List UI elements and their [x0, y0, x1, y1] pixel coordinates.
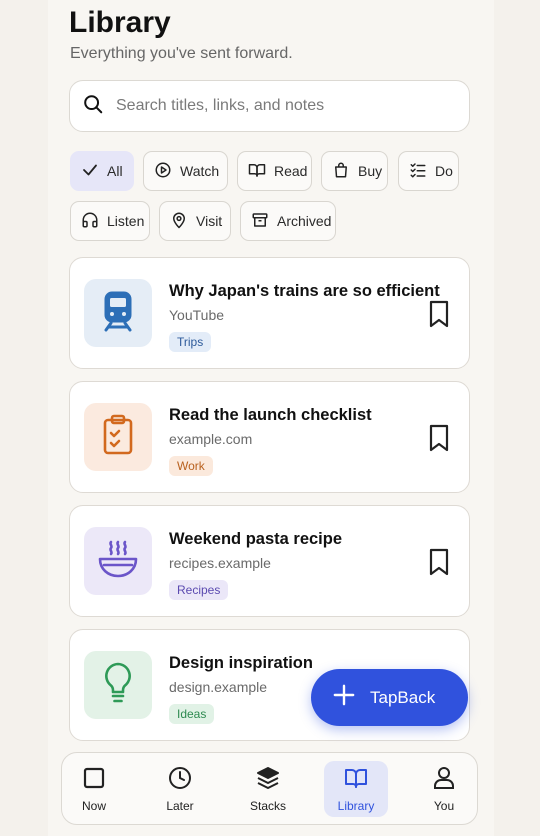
item-thumbnail [84, 527, 152, 595]
item-source: YouTube [169, 307, 225, 323]
filter-chip-buy[interactable]: Buy [321, 151, 388, 191]
clock-icon [168, 766, 192, 799]
tapback-fab[interactable]: TapBack [311, 669, 468, 726]
tab-now[interactable]: Now [62, 761, 126, 817]
page-subtitle: Everything you've sent forward. [70, 45, 293, 62]
item-source: example.com [169, 431, 253, 447]
item-title: Weekend pasta recipe [169, 530, 343, 548]
tab-label: You [433, 798, 455, 813]
tab-label: Later [166, 798, 194, 813]
filter-chip-visit[interactable]: Visit [159, 201, 231, 241]
item-title: Read the launch checklist [169, 406, 372, 424]
layers-icon [256, 766, 280, 799]
lightbulb-icon [96, 661, 140, 710]
archive-icon [251, 211, 277, 232]
filter-chip-label: Do [435, 163, 453, 179]
checklist-icon [409, 161, 435, 182]
train-icon [96, 289, 140, 338]
filter-chip-label: Read [274, 163, 308, 179]
item-thumbnail [84, 403, 152, 471]
bookmark-icon[interactable] [427, 548, 451, 576]
bottom-tab-bar: Now Later Stacks Library You [61, 752, 478, 825]
map-pin-icon [170, 211, 196, 232]
library-item-card[interactable]: Weekend pasta recipe recipes.example Rec… [69, 505, 470, 617]
play-circle-icon [154, 161, 180, 182]
shopping-bag-icon [332, 161, 358, 182]
fab-label: TapBack [370, 687, 436, 707]
bookmark-icon[interactable] [427, 424, 451, 452]
bowl-steam-icon [96, 537, 140, 586]
filter-chip-label: All [107, 163, 123, 179]
item-tag: Ideas [169, 704, 215, 724]
item-thumbnail [84, 279, 152, 347]
item-tag: Recipes [169, 580, 229, 600]
item-tag: Work [169, 456, 213, 476]
filter-chip-all[interactable]: All [70, 151, 134, 191]
headphones-icon [81, 211, 107, 232]
check-icon [81, 161, 107, 182]
item-source: recipes.example [169, 555, 271, 571]
filter-chip-label: Buy [358, 163, 383, 179]
filter-chip-label: Watch [180, 163, 220, 179]
tab-label: Library [337, 798, 375, 813]
filter-chip-label: Archived [277, 213, 332, 229]
tab-later[interactable]: Later [148, 761, 212, 817]
filter-chip-archived[interactable]: Archived [240, 201, 336, 241]
item-tag: Trips [169, 332, 212, 352]
filter-chip-do[interactable]: Do [398, 151, 459, 191]
search-input[interactable] [116, 97, 436, 115]
page-title: Library [69, 6, 171, 39]
library-item-card[interactable]: Read the launch checklist example.com Wo… [69, 381, 470, 493]
book-open-icon [344, 766, 368, 799]
square-icon [82, 766, 106, 799]
item-title: Why Japan's trains are so efficient [169, 282, 440, 300]
item-title: Design inspiration [169, 654, 313, 672]
search-bar[interactable] [69, 80, 470, 132]
tab-you[interactable]: You [412, 761, 476, 817]
item-source: design.example [169, 679, 268, 695]
plus-icon [333, 684, 370, 711]
library-item-card[interactable]: Why Japan's trains are so efficient YouT… [69, 257, 470, 369]
bookmark-icon[interactable] [427, 300, 451, 328]
search-icon [82, 93, 104, 120]
book-open-icon [248, 161, 274, 182]
filter-chip-listen[interactable]: Listen [70, 201, 150, 241]
item-thumbnail [84, 651, 152, 719]
filter-chip-watch[interactable]: Watch [143, 151, 228, 191]
tab-label: Stacks [249, 798, 286, 813]
tab-label: Now [81, 798, 106, 813]
filter-chip-label: Visit [196, 213, 223, 229]
user-icon [432, 766, 456, 799]
filter-chip-label: Listen [107, 213, 145, 229]
tab-library[interactable]: Library [324, 761, 388, 817]
tab-stacks[interactable]: Stacks [236, 761, 300, 817]
filter-chip-read[interactable]: Read [237, 151, 312, 191]
clipboard-check-icon [96, 413, 140, 462]
